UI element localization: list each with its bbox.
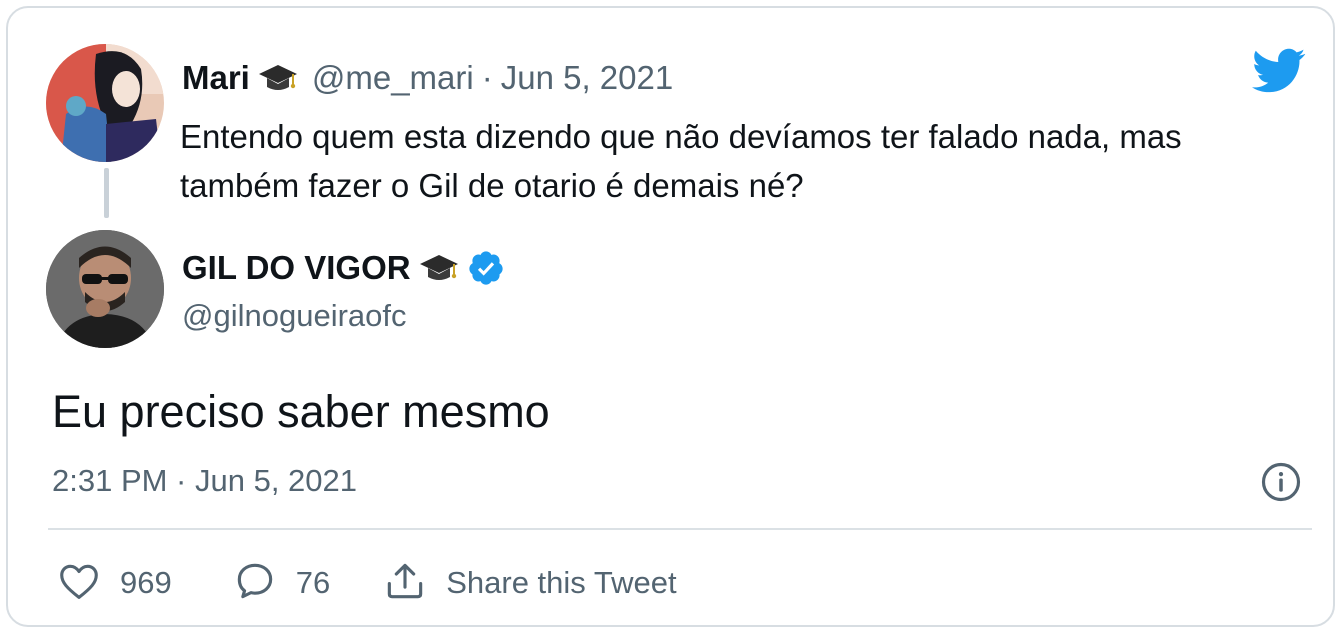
embedded-tweet-card: Mari @me_mari · Jun 5, 2021 Entendo quem… [6, 6, 1335, 627]
reply-author-handle[interactable]: @me_mari [312, 59, 474, 97]
reply-tweet-text: Entendo quem esta dizendo que não devíam… [180, 118, 1182, 204]
reply-button[interactable]: 76 [234, 561, 330, 606]
graduation-cap-icon [419, 251, 459, 285]
reply-header: Mari @me_mari · Jun 5, 2021 [182, 56, 673, 100]
thread-connector-line [104, 168, 109, 218]
reply-date[interactable]: Jun 5, 2021 [501, 59, 673, 97]
heart-icon [58, 562, 100, 605]
info-icon[interactable] [1260, 461, 1302, 508]
reply-author-name[interactable]: Mari [182, 59, 250, 97]
share-label: Share this Tweet [446, 565, 677, 600]
like-count: 969 [120, 565, 172, 600]
tweet-timestamp[interactable]: 2:31 PM · Jun 5, 2021 [52, 463, 357, 499]
mari-avatar[interactable] [46, 44, 164, 162]
reply-bubble-icon [234, 561, 276, 606]
tweet-author-handle[interactable]: @gilnogueiraofc [182, 298, 407, 334]
reply-count: 76 [295, 565, 331, 600]
twitter-bird-icon[interactable] [1252, 48, 1306, 99]
tweet-actions: 969 76 Share this Tweet [58, 560, 677, 606]
graduation-cap-icon [258, 61, 298, 95]
verified-badge-icon [467, 249, 505, 287]
gil-avatar[interactable] [46, 230, 164, 348]
tweet-text: Eu preciso saber mesmo [52, 386, 550, 437]
divider [48, 528, 1312, 530]
share-button[interactable]: Share this Tweet [384, 561, 677, 606]
share-icon [384, 561, 426, 606]
tweet-author-name[interactable]: GIL DO VIGOR [182, 249, 411, 287]
like-button[interactable]: 969 [58, 562, 172, 605]
tweet-author-header: GIL DO VIGOR [182, 246, 505, 290]
header-separator: · [481, 59, 493, 96]
